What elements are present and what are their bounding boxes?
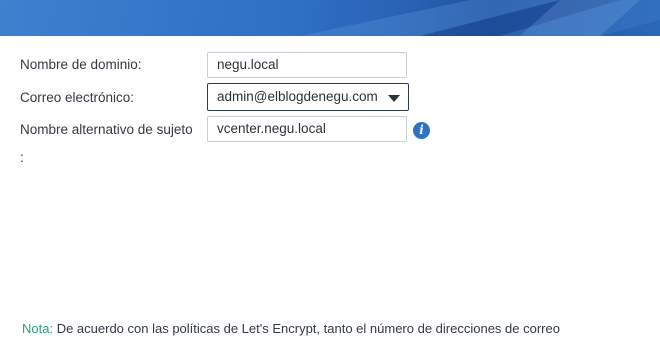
san-label: Nombre alternativo de sujeto [20, 122, 193, 137]
email-select[interactable]: admin@elblogdenegu.com [207, 83, 409, 111]
info-icon[interactable]: i [413, 122, 430, 139]
domain-label: Nombre de dominio: [20, 57, 142, 72]
header-banner [0, 0, 660, 36]
note-body: De acuerdo con las políticas de Let's En… [53, 321, 560, 336]
note-text: Nota: De acuerdo con las políticas de Le… [22, 320, 560, 338]
banner-decoration [300, 0, 660, 36]
domain-field[interactable]: negu.local [207, 52, 407, 78]
email-select-value: admin@elblogdenegu.com [217, 89, 378, 104]
san-label-colon: : [20, 150, 24, 165]
chevron-down-icon[interactable] [388, 95, 400, 102]
note-tag: Nota: [22, 321, 54, 336]
email-label: Correo electrónico: [20, 90, 135, 105]
san-field[interactable]: vcenter.negu.local [207, 116, 407, 142]
